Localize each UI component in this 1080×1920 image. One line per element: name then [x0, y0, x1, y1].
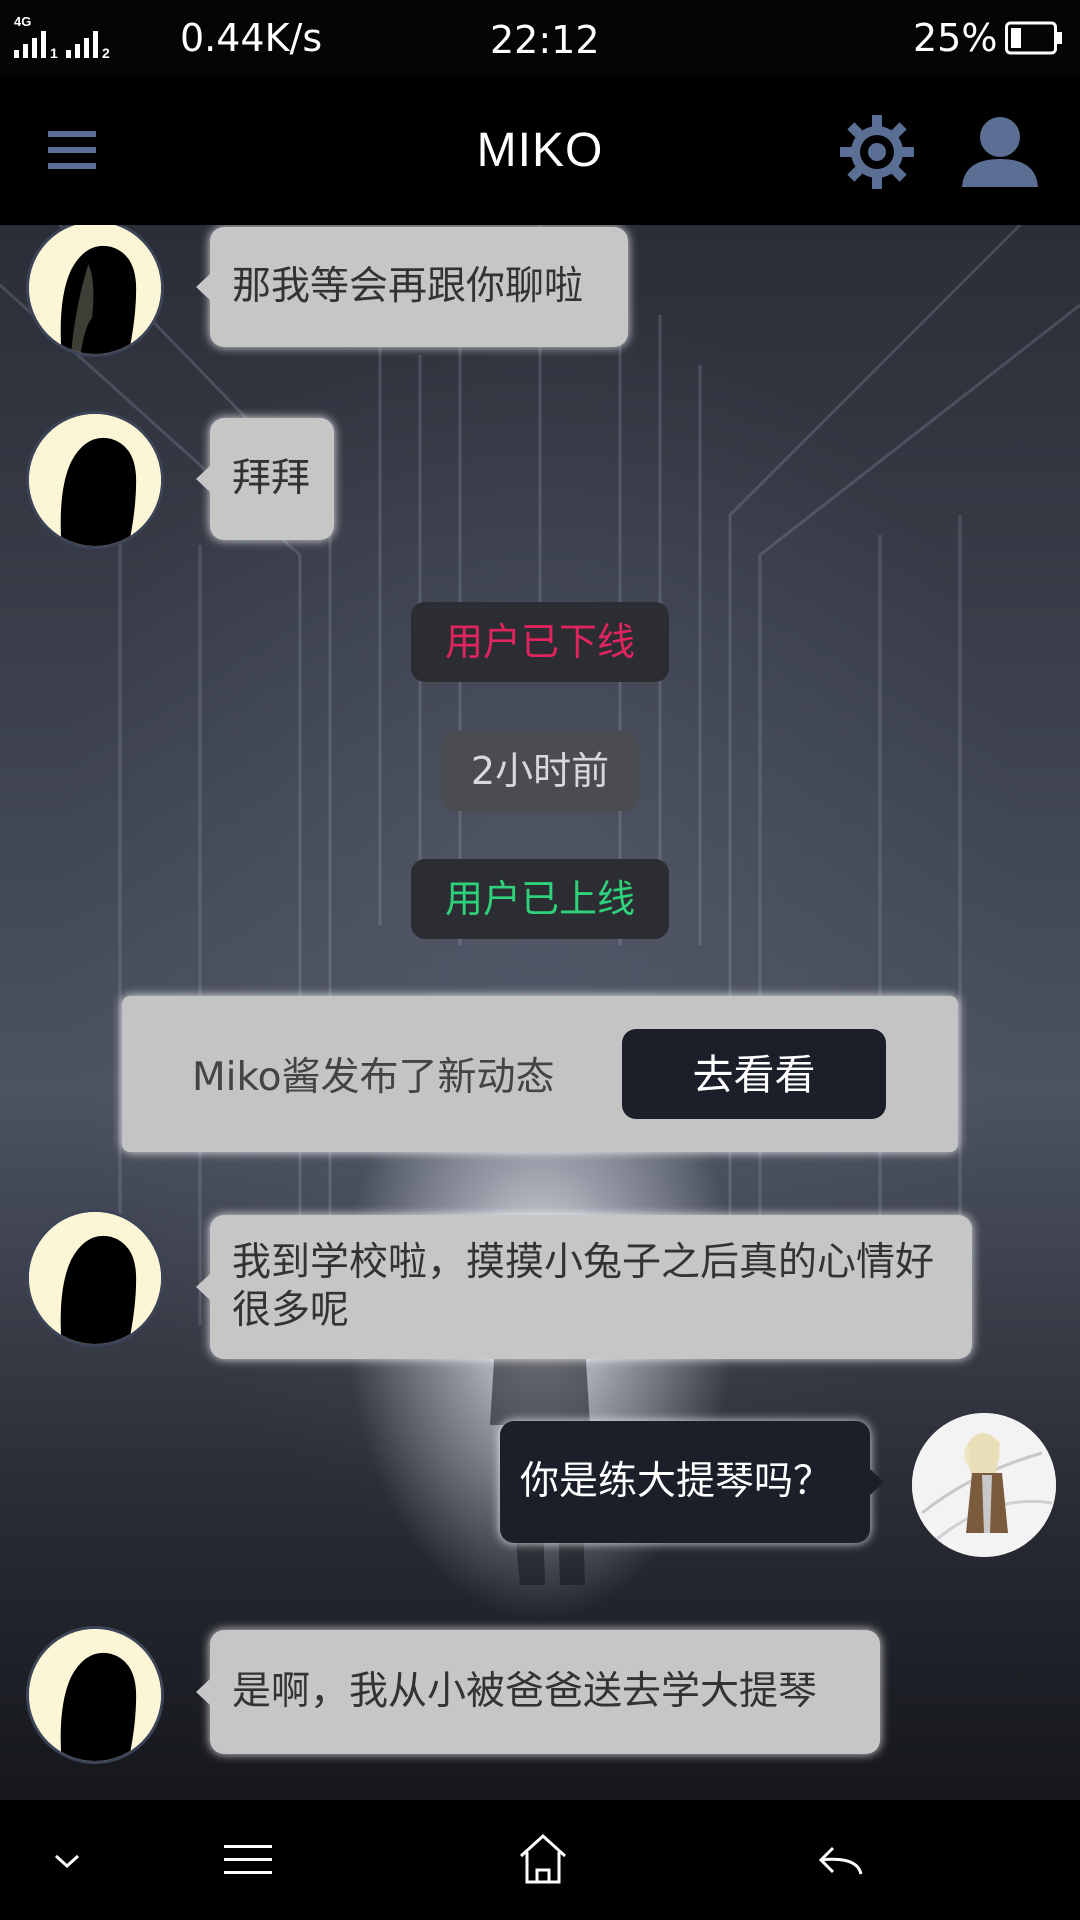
status-online: 用户已上线 [411, 859, 669, 939]
clock: 22:12 [490, 18, 600, 62]
chat-area[interactable]: 那我等会再跟你聊啦 拜拜 用户已下线 2小时前 用户已上线 Miko酱发布了新动… [0, 225, 1080, 1800]
menu-lines-icon[interactable] [222, 1830, 274, 1890]
status-offline: 用户已下线 [411, 602, 669, 682]
new-post-notice: Miko酱发布了新动态 去看看 [122, 996, 958, 1152]
view-post-button[interactable]: 去看看 [622, 1029, 886, 1119]
svg-text:2: 2 [102, 45, 110, 61]
message-bubble: 我到学校啦，摸摸小兔子之后真的心情好很多呢 [196, 1215, 972, 1359]
battery-percent: 25% [913, 16, 998, 60]
chevron-down-icon[interactable] [50, 1830, 84, 1890]
page-title: MIKO [476, 124, 604, 177]
app-bar: MIKO [0, 75, 1080, 225]
home-icon[interactable] [515, 1830, 571, 1890]
avatar-self[interactable] [912, 1413, 1056, 1557]
signal-icon: 4G 1 2 [14, 14, 110, 61]
message-bubble: 是啊，我从小被爸爸送去学大提琴 [196, 1630, 880, 1754]
message-bubble: 那我等会再跟你聊啦 [196, 227, 628, 347]
avatar[interactable] [26, 225, 164, 357]
avatar[interactable] [26, 1209, 164, 1347]
status-bar: 4G 1 2 0.44K/s 22:12 25% [0, 0, 1080, 75]
avatar[interactable] [26, 411, 164, 549]
battery-icon [1005, 21, 1062, 55]
avatar[interactable] [26, 1626, 164, 1764]
user-icon[interactable] [958, 113, 1042, 191]
system-nav-bar [0, 1800, 1080, 1920]
notice-text: Miko酱发布了新动态 [192, 1055, 555, 1100]
gear-icon[interactable] [838, 113, 916, 191]
message-bubble-own: 你是练大提琴吗？ [500, 1421, 884, 1543]
message-bubble: 拜拜 [196, 418, 334, 540]
svg-text:1: 1 [50, 45, 58, 61]
network-speed: 0.44K/s [180, 16, 323, 60]
svg-text:4G: 4G [14, 14, 31, 29]
back-icon[interactable] [815, 1830, 867, 1890]
timestamp: 2小时前 [441, 731, 639, 811]
